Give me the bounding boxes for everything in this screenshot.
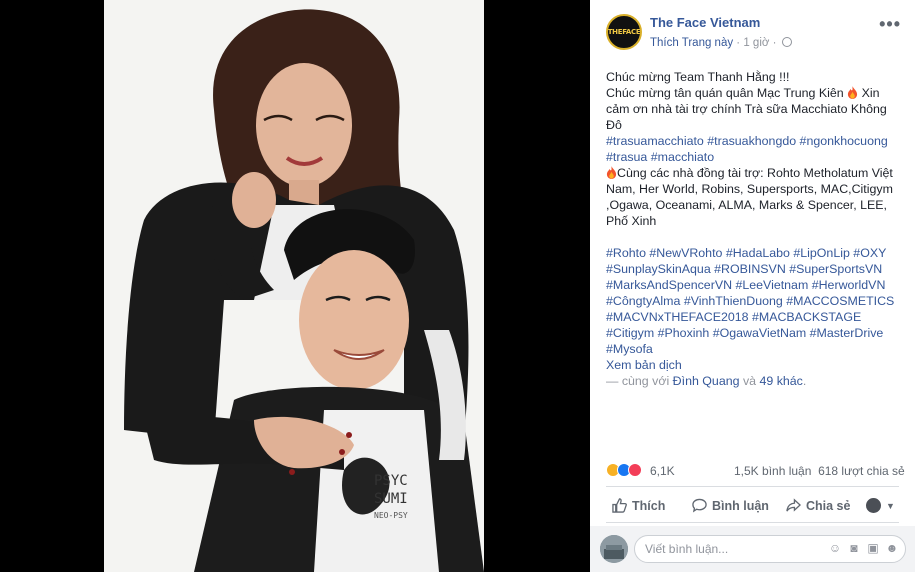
comment-composer: Viết bình luận... ☺ ◙ ▣ ☻ <box>590 526 915 572</box>
profile-avatar-small <box>866 498 881 513</box>
comments-count[interactable]: 1,5K bình luận <box>734 464 811 478</box>
more-options-icon[interactable]: ••• <box>879 14 901 35</box>
post-line-2: Chúc mừng tân quán quân Mạc Trung Kiên X… <box>606 85 896 133</box>
tagged-others-link[interactable]: 49 khác <box>759 374 802 388</box>
fire-icon-2 <box>606 166 617 179</box>
share-icon <box>786 498 801 512</box>
hashtags-sponsors[interactable]: #Rohto #NewVRohto #HadaLabo #LipOnLip #O… <box>606 245 896 357</box>
comment-label: Bình luận <box>712 498 769 513</box>
like-page-link[interactable]: Thích Trang này <box>650 37 733 49</box>
sticker-icon[interactable]: ☻ <box>885 541 899 555</box>
share-label: Chia sẻ <box>806 498 851 513</box>
post-line-2-text: Chúc mừng tân quán quân Mạc Trung Kiên <box>606 86 844 100</box>
like-label: Thích <box>632 498 666 513</box>
chevron-down-icon: ▼ <box>886 500 895 511</box>
react-as-selector[interactable]: ▼ <box>866 498 895 513</box>
page-avatar[interactable]: THEFACE <box>606 14 642 50</box>
emoji-icon[interactable]: ☺ <box>828 541 842 555</box>
see-translation-link[interactable]: Xem bản dịch <box>606 357 896 373</box>
tagged-people: — cùng với Đình Quang và 49 khác. <box>606 373 896 389</box>
photo-illustration: PSYC SUMI NEO-PSY <box>104 0 484 572</box>
cosponsor-text: Cùng các nhà đồng tài trợ: Rohto Methola… <box>606 166 893 228</box>
page-name-link[interactable]: The Face Vietnam <box>650 15 760 30</box>
photo-viewer: PSYC SUMI NEO-PSY <box>0 0 590 572</box>
share-button[interactable]: Chia sẻ <box>786 498 850 513</box>
love-reaction-icon <box>628 463 642 477</box>
gif-icon[interactable]: ▣ <box>866 541 880 555</box>
page-logo-text: THEFACE <box>607 28 641 36</box>
divider-bottom <box>606 522 899 523</box>
post-sidebar: THEFACE The Face Vietnam Thích Trang này… <box>590 0 915 572</box>
user-avatar-image <box>600 535 628 563</box>
meta-separator: · <box>733 37 744 49</box>
meta-separator-2: · <box>769 37 780 49</box>
tagged-person-link[interactable]: Đình Quang <box>673 374 740 388</box>
comment-placeholder: Viết bình luận... <box>645 542 729 556</box>
post-header: THEFACE The Face Vietnam Thích Trang này… <box>590 0 915 66</box>
post-time[interactable]: 1 giờ <box>743 37 769 49</box>
comment-input[interactable]: Viết bình luận... ☺ ◙ ▣ ☻ <box>634 535 906 563</box>
reactions-count[interactable]: 6,1K <box>650 464 675 478</box>
post-body: Chúc mừng Team Thanh Hằng !!! Chúc mừng … <box>606 69 896 389</box>
hashtags-sponsor[interactable]: #trasuamacchiato #trasuakhongdo #ngonkho… <box>606 133 896 165</box>
comment-icon <box>692 498 707 513</box>
like-button[interactable]: Thích <box>612 498 665 513</box>
print-text-3: NEO-PSY <box>374 511 408 520</box>
comment-button[interactable]: Bình luận <box>692 498 769 513</box>
post-photo[interactable]: PSYC SUMI NEO-PSY <box>104 0 484 572</box>
with-and: và <box>739 374 760 388</box>
thumbs-up-icon <box>612 498 627 513</box>
with-end: . <box>802 374 807 388</box>
post-meta: Thích Trang này · 1 giờ · <box>650 37 792 49</box>
action-bar: Thích Bình luận Chia sẻ ▼ <box>590 492 915 520</box>
print-text-1: PSYC <box>374 473 408 489</box>
cosponsor-line: Cùng các nhà đồng tài trợ: Rohto Methola… <box>606 165 896 229</box>
fire-icon <box>848 86 858 99</box>
print-text-2: SUMI <box>374 491 408 507</box>
divider-top <box>606 486 899 487</box>
comment-tools: ☺ ◙ ▣ ☻ <box>828 541 899 555</box>
post-line-1: Chúc mừng Team Thanh Hằng !!! <box>606 70 790 84</box>
comments-shares-count: 1,5K bình luận 618 lượt chia sẻ <box>734 464 905 478</box>
user-avatar[interactable] <box>600 535 628 563</box>
camera-icon[interactable]: ◙ <box>847 541 861 555</box>
globe-icon[interactable] <box>781 37 792 47</box>
with-prefix: — cùng với <box>606 374 673 388</box>
shares-count[interactable]: 618 lượt chia sẻ <box>818 464 905 478</box>
post-stats: 6,1K 1,5K bình luận 618 lượt chia sẻ <box>590 460 915 482</box>
